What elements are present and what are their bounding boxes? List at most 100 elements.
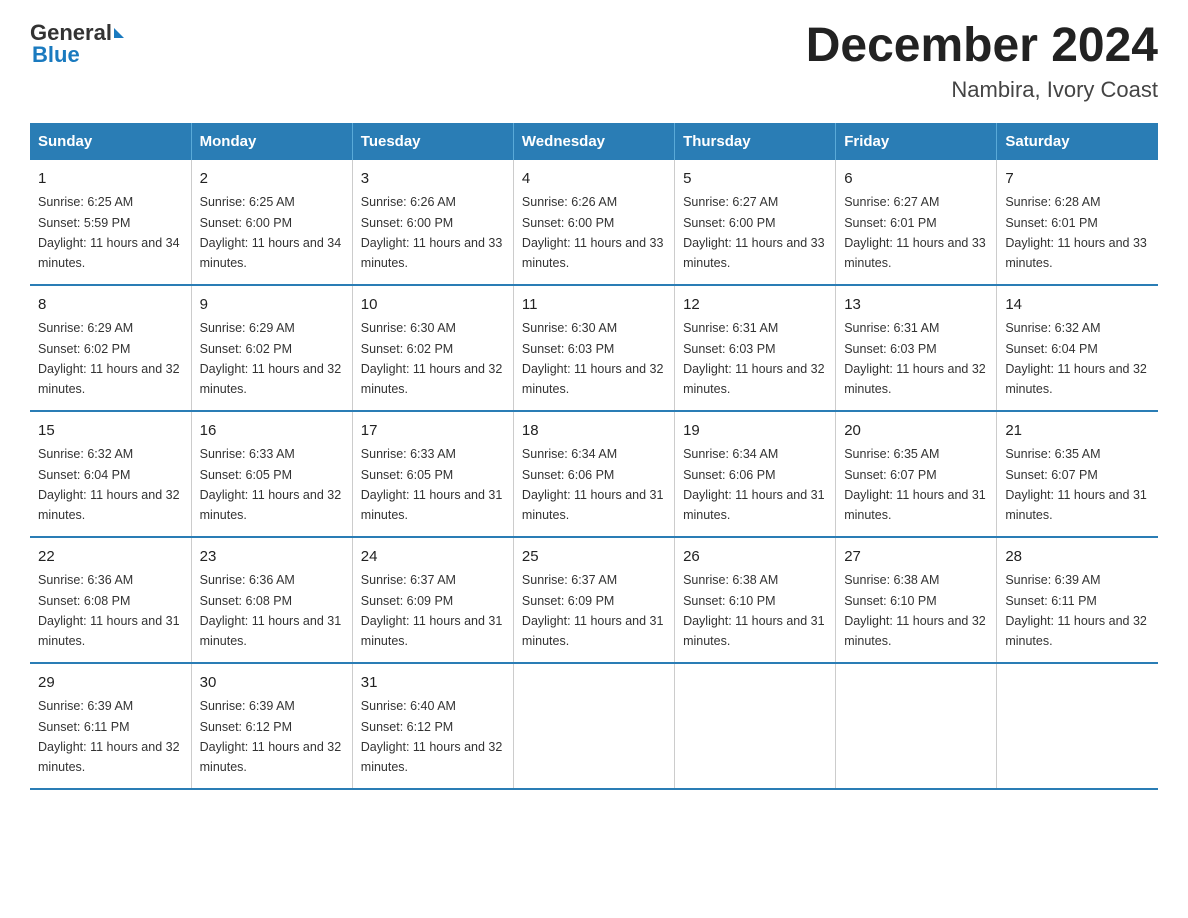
day-info: Sunrise: 6:32 AMSunset: 6:04 PMDaylight:… <box>38 447 180 522</box>
day-number: 3 <box>361 168 505 191</box>
column-header-thursday: Thursday <box>675 123 836 160</box>
day-info: Sunrise: 6:37 AMSunset: 6:09 PMDaylight:… <box>522 573 664 648</box>
day-info: Sunrise: 6:38 AMSunset: 6:10 PMDaylight:… <box>683 573 825 648</box>
day-number: 21 <box>1005 420 1150 443</box>
day-number: 29 <box>38 672 183 695</box>
calendar-cell: 9Sunrise: 6:29 AMSunset: 6:02 PMDaylight… <box>191 285 352 411</box>
calendar-cell: 13 Sunrise: 6:31 AMSunset: 6:03 PMDayligh… <box>836 285 997 411</box>
title-section: December 2024 Nambira, Ivory Coast <box>806 20 1158 103</box>
calendar-cell <box>997 663 1158 789</box>
day-number: 31 <box>361 672 505 695</box>
day-number: 11 <box>522 294 666 317</box>
calendar-cell: 6 Sunrise: 6:27 AMSunset: 6:01 PMDaylight… <box>836 160 997 285</box>
calendar-cell: 19 Sunrise: 6:34 AMSunset: 6:06 PMDayligh… <box>675 411 836 537</box>
day-info: Sunrise: 6:26 AMSunset: 6:00 PMDaylight:… <box>361 195 503 270</box>
calendar-cell: 31 Sunrise: 6:40 AMSunset: 6:12 PMDayligh… <box>352 663 513 789</box>
week-row-5: 29 Sunrise: 6:39 AMSunset: 6:11 PMDayligh… <box>30 663 1158 789</box>
day-number: 8 <box>38 294 183 317</box>
day-info: Sunrise: 6:36 AMSunset: 6:08 PMDaylight:… <box>38 573 180 648</box>
day-number: 13 <box>844 294 988 317</box>
day-info: Sunrise: 6:39 AMSunset: 6:12 PMDaylight:… <box>200 699 342 774</box>
calendar-cell <box>675 663 836 789</box>
calendar-cell: 25 Sunrise: 6:37 AMSunset: 6:09 PMDayligh… <box>513 537 674 663</box>
calendar-cell: 3 Sunrise: 6:26 AMSunset: 6:00 PMDaylight… <box>352 160 513 285</box>
column-header-friday: Friday <box>836 123 997 160</box>
column-header-tuesday: Tuesday <box>352 123 513 160</box>
calendar-cell: 2 Sunrise: 6:25 AMSunset: 6:00 PMDaylight… <box>191 160 352 285</box>
day-info: Sunrise: 6:34 AMSunset: 6:06 PMDaylight:… <box>683 447 825 522</box>
calendar-table: SundayMondayTuesdayWednesdayThursdayFrid… <box>30 123 1158 790</box>
day-number: 15 <box>38 420 183 443</box>
calendar-cell: 26 Sunrise: 6:38 AMSunset: 6:10 PMDayligh… <box>675 537 836 663</box>
day-number: 6 <box>844 168 988 191</box>
page-header: General Blue December 2024 Nambira, Ivor… <box>30 20 1158 103</box>
calendar-cell <box>836 663 997 789</box>
day-number: 16 <box>200 420 344 443</box>
calendar-cell: 29 Sunrise: 6:39 AMSunset: 6:11 PMDayligh… <box>30 663 191 789</box>
day-number: 12 <box>683 294 827 317</box>
calendar-cell: 30 Sunrise: 6:39 AMSunset: 6:12 PMDayligh… <box>191 663 352 789</box>
calendar-cell: 21 Sunrise: 6:35 AMSunset: 6:07 PMDayligh… <box>997 411 1158 537</box>
logo-triangle-icon <box>114 28 124 38</box>
day-info: Sunrise: 6:29 AMSunset: 6:02 PMDaylight:… <box>38 321 180 396</box>
header-row: SundayMondayTuesdayWednesdayThursdayFrid… <box>30 123 1158 160</box>
day-number: 4 <box>522 168 666 191</box>
calendar-cell: 20 Sunrise: 6:35 AMSunset: 6:07 PMDayligh… <box>836 411 997 537</box>
week-row-2: 8 Sunrise: 6:29 AMSunset: 6:02 PMDaylight… <box>30 285 1158 411</box>
calendar-cell: 5Sunrise: 6:27 AMSunset: 6:00 PMDaylight… <box>675 160 836 285</box>
day-info: Sunrise: 6:35 AMSunset: 6:07 PMDaylight:… <box>844 447 986 522</box>
day-number: 22 <box>38 546 183 569</box>
day-number: 2 <box>200 168 344 191</box>
day-number: 1 <box>38 168 183 191</box>
calendar-cell: 14 Sunrise: 6:32 AMSunset: 6:04 PMDayligh… <box>997 285 1158 411</box>
day-number: 9 <box>200 294 344 317</box>
day-number: 7 <box>1005 168 1150 191</box>
calendar-cell: 10Sunrise: 6:30 AMSunset: 6:02 PMDayligh… <box>352 285 513 411</box>
day-number: 14 <box>1005 294 1150 317</box>
day-info: Sunrise: 6:35 AMSunset: 6:07 PMDaylight:… <box>1005 447 1147 522</box>
day-number: 10 <box>361 294 505 317</box>
week-row-4: 22 Sunrise: 6:36 AMSunset: 6:08 PMDayligh… <box>30 537 1158 663</box>
day-number: 17 <box>361 420 505 443</box>
day-number: 30 <box>200 672 344 695</box>
day-info: Sunrise: 6:27 AMSunset: 6:00 PMDaylight:… <box>683 195 825 270</box>
day-info: Sunrise: 6:25 AMSunset: 6:00 PMDaylight:… <box>200 195 342 270</box>
day-info: Sunrise: 6:31 AMSunset: 6:03 PMDaylight:… <box>683 321 825 396</box>
day-info: Sunrise: 6:25 AMSunset: 5:59 PMDaylight:… <box>38 195 180 270</box>
day-info: Sunrise: 6:36 AMSunset: 6:08 PMDaylight:… <box>200 573 342 648</box>
calendar-cell: 16 Sunrise: 6:33 AMSunset: 6:05 PMDayligh… <box>191 411 352 537</box>
calendar-cell: 12 Sunrise: 6:31 AMSunset: 6:03 PMDayligh… <box>675 285 836 411</box>
calendar-cell: 27 Sunrise: 6:38 AMSunset: 6:10 PMDayligh… <box>836 537 997 663</box>
day-info: Sunrise: 6:32 AMSunset: 6:04 PMDaylight:… <box>1005 321 1147 396</box>
day-number: 25 <box>522 546 666 569</box>
page-subtitle: Nambira, Ivory Coast <box>806 77 1158 103</box>
calendar-cell: 7Sunrise: 6:28 AMSunset: 6:01 PMDaylight… <box>997 160 1158 285</box>
calendar-cell <box>513 663 674 789</box>
day-info: Sunrise: 6:33 AMSunset: 6:05 PMDaylight:… <box>361 447 503 522</box>
day-number: 19 <box>683 420 827 443</box>
day-info: Sunrise: 6:38 AMSunset: 6:10 PMDaylight:… <box>844 573 986 648</box>
day-info: Sunrise: 6:37 AMSunset: 6:09 PMDaylight:… <box>361 573 503 648</box>
column-header-wednesday: Wednesday <box>513 123 674 160</box>
day-info: Sunrise: 6:40 AMSunset: 6:12 PMDaylight:… <box>361 699 503 774</box>
calendar-cell: 11 Sunrise: 6:30 AMSunset: 6:03 PMDayligh… <box>513 285 674 411</box>
calendar-cell: 24 Sunrise: 6:37 AMSunset: 6:09 PMDayligh… <box>352 537 513 663</box>
logo: General Blue <box>30 20 126 68</box>
calendar-cell: 4Sunrise: 6:26 AMSunset: 6:00 PMDaylight… <box>513 160 674 285</box>
day-number: 27 <box>844 546 988 569</box>
day-info: Sunrise: 6:31 AMSunset: 6:03 PMDaylight:… <box>844 321 986 396</box>
week-row-1: 1 Sunrise: 6:25 AMSunset: 5:59 PMDaylight… <box>30 160 1158 285</box>
day-number: 18 <box>522 420 666 443</box>
day-number: 28 <box>1005 546 1150 569</box>
day-number: 20 <box>844 420 988 443</box>
day-number: 26 <box>683 546 827 569</box>
day-info: Sunrise: 6:34 AMSunset: 6:06 PMDaylight:… <box>522 447 664 522</box>
day-info: Sunrise: 6:33 AMSunset: 6:05 PMDaylight:… <box>200 447 342 522</box>
day-number: 24 <box>361 546 505 569</box>
calendar-cell: 17 Sunrise: 6:33 AMSunset: 6:05 PMDayligh… <box>352 411 513 537</box>
day-info: Sunrise: 6:27 AMSunset: 6:01 PMDaylight:… <box>844 195 986 270</box>
calendar-cell: 15 Sunrise: 6:32 AMSunset: 6:04 PMDayligh… <box>30 411 191 537</box>
day-info: Sunrise: 6:39 AMSunset: 6:11 PMDaylight:… <box>38 699 180 774</box>
column-header-sunday: Sunday <box>30 123 191 160</box>
day-info: Sunrise: 6:30 AMSunset: 6:03 PMDaylight:… <box>522 321 664 396</box>
